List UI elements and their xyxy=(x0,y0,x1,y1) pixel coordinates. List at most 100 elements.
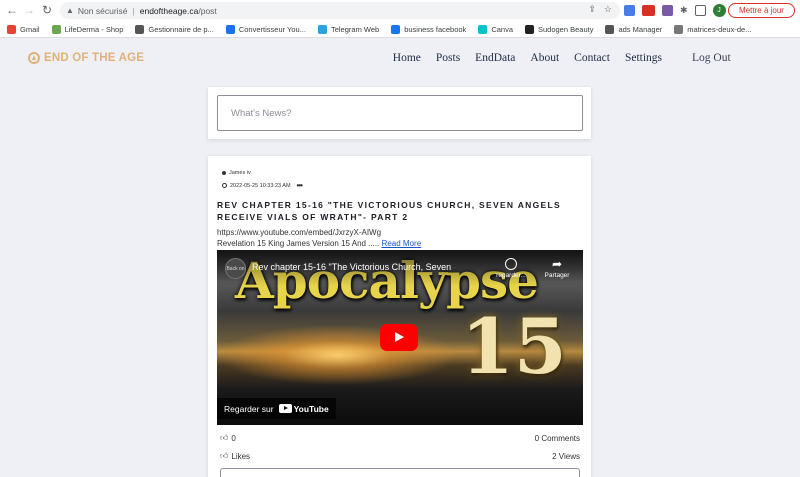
url-domain: endoftheage.ca xyxy=(139,5,199,16)
comment-input[interactable] xyxy=(220,468,580,477)
bookmark-favicon-icon xyxy=(7,24,16,34)
bookmark-label: matrices-deux-de... xyxy=(687,24,752,34)
url-separator: | xyxy=(132,5,135,16)
bookmark-item[interactable]: Sudogen Beauty xyxy=(525,24,594,34)
video-embed[interactable]: Apocalypse 15 Back on Rev chapter 15-16 … xyxy=(217,250,583,425)
post-card: James iv 2022-05-25 10:33:23 AM ••• REV … xyxy=(208,156,591,477)
bookmark-favicon-icon xyxy=(605,24,615,34)
bookmark-item[interactable]: Telegram Web xyxy=(317,24,380,34)
bookmark-label: Gmail xyxy=(20,24,40,34)
security-label: Non sécurisé xyxy=(77,5,128,16)
browser-toolbar: ← → ↻ ▲ Non sécurisé | endoftheage.ca /p… xyxy=(0,0,800,21)
logo-text: END OF THE AGE xyxy=(44,52,145,64)
thumbs-up-icon: 👍︎ xyxy=(220,451,229,460)
post-excerpt: Revelation 15 King James Version 15 And … xyxy=(217,239,421,248)
logo-icon xyxy=(28,52,40,64)
likes-count: 0 xyxy=(231,433,236,443)
views-count: 2 Views xyxy=(552,451,580,461)
clock-icon xyxy=(222,183,227,188)
share-button[interactable]: ➦ Partager xyxy=(539,258,575,279)
youtube-logo: YouTube xyxy=(278,404,329,414)
author-name: James iv xyxy=(229,170,251,176)
update-button[interactable]: Mettre à jour xyxy=(728,3,795,18)
bookmarks-bar: Gmail LifeDerma - Shop Gestionnaire de p..… xyxy=(0,21,800,38)
bookmark-item[interactable]: ads Manager xyxy=(605,24,663,34)
site-header: END OF THE AGE Home Posts EndData About … xyxy=(0,38,800,82)
profile-avatar[interactable]: J xyxy=(712,4,726,17)
bookmark-item[interactable]: Convertisseur You... xyxy=(225,24,306,34)
warning-icon: ▲ xyxy=(66,6,74,15)
nav-posts[interactable]: Posts xyxy=(436,52,460,64)
bookmark-item[interactable]: matrices-deux-de... xyxy=(674,24,752,34)
more-options-icon[interactable]: ••• xyxy=(297,181,303,190)
play-button[interactable] xyxy=(380,324,418,351)
post-actions: 👍︎ Likes 2 Views xyxy=(220,451,580,461)
reload-icon[interactable]: ↻ xyxy=(38,0,56,21)
bookmark-label: ads Manager xyxy=(618,24,663,34)
excerpt-text: Revelation 15 King James Version 15 And … xyxy=(217,239,380,248)
bookmark-favicon-icon xyxy=(51,24,61,34)
bookmark-favicon-icon xyxy=(525,24,534,34)
pen-extension-icon[interactable] xyxy=(662,5,673,16)
share-arrow-icon: ➦ xyxy=(551,257,563,271)
post-author[interactable]: James iv xyxy=(222,170,251,176)
bookmark-label: LifeDerma - Shop xyxy=(64,24,124,34)
video-overlay-number: 15 xyxy=(461,302,567,391)
nav-settings[interactable]: Settings xyxy=(625,52,662,64)
bookmark-item[interactable]: Gmail xyxy=(7,24,40,34)
bookmark-favicon-icon xyxy=(478,24,488,34)
likes-label: Likes xyxy=(231,451,251,461)
nav-enddata[interactable]: EndData xyxy=(475,52,515,64)
main-nav: Home Posts EndData About Contact Setting… xyxy=(393,52,662,64)
like-icon[interactable]: 👍︎ xyxy=(220,433,228,443)
address-bar[interactable]: ▲ Non sécurisé | endoftheage.ca /post ⇪ … xyxy=(60,2,620,19)
new-extension-icon[interactable] xyxy=(642,5,655,16)
user-icon xyxy=(222,171,226,175)
bookmark-favicon-icon xyxy=(317,24,327,34)
bookmark-favicon-icon xyxy=(135,24,145,34)
post-stats: 👍︎ 0 0 Comments xyxy=(220,433,580,443)
bookmark-item[interactable]: Gestionnaire de p... xyxy=(135,24,214,34)
clock-icon xyxy=(505,258,517,270)
post-link: https://www.youtube.com/embed/JxrzyX-AIW… xyxy=(217,228,382,237)
translate-extension-icon[interactable] xyxy=(624,5,635,16)
url-path: /post xyxy=(198,5,217,16)
sidebar-toggle-icon[interactable] xyxy=(694,5,706,16)
read-more-link[interactable]: Read More xyxy=(382,239,422,248)
video-title[interactable]: Rev chapter 15-16 "The Victorious Church… xyxy=(252,262,451,272)
post-meta: 2022-05-25 10:33:23 AM ••• xyxy=(222,181,303,190)
nav-about[interactable]: About xyxy=(530,52,559,64)
nav-logout[interactable]: Log Out xyxy=(692,52,731,64)
comments-count[interactable]: 0 Comments xyxy=(535,434,580,443)
forward-icon[interactable]: → xyxy=(20,0,38,21)
watch-on-label: Regarder sur xyxy=(224,403,274,414)
site-logo[interactable]: END OF THE AGE xyxy=(28,52,144,64)
nav-contact[interactable]: Contact xyxy=(574,52,610,64)
like-button[interactable]: 👍︎ Likes xyxy=(220,451,250,461)
post-title: REV CHAPTER 15-16 "THE VICTORIOUS CHURCH… xyxy=(217,200,561,222)
share-page-icon[interactable]: ⇪ xyxy=(588,4,596,15)
puzzle-extensions-icon[interactable]: ✱ xyxy=(680,5,688,16)
bookmark-favicon-icon xyxy=(391,24,401,34)
post-timestamp: 2022-05-25 10:33:23 AM xyxy=(230,182,291,189)
watch-on-youtube[interactable]: Regarder sur YouTube xyxy=(217,398,336,419)
bookmark-item[interactable]: business facebook xyxy=(391,24,467,34)
bookmark-label: Canva xyxy=(491,24,513,34)
bookmark-item[interactable]: LifeDerma - Shop xyxy=(51,24,124,34)
channel-avatar[interactable]: Back on xyxy=(225,258,246,279)
bookmark-star-icon[interactable]: ☆ xyxy=(604,4,612,15)
composer-card: What's News? xyxy=(208,87,591,139)
news-input[interactable]: What's News? xyxy=(217,95,583,131)
nav-home[interactable]: Home xyxy=(393,52,421,64)
bookmark-label: Telegram Web xyxy=(330,24,380,34)
bookmark-label: Convertisseur You... xyxy=(238,24,306,34)
back-icon[interactable]: ← xyxy=(3,0,21,21)
watch-later-label: regarder... xyxy=(496,272,526,279)
bookmark-item[interactable]: Canva xyxy=(478,24,513,34)
bookmark-favicon-icon xyxy=(225,24,235,34)
bookmark-label: business facebook xyxy=(404,24,467,34)
watch-later-button[interactable]: regarder... xyxy=(493,258,529,279)
youtube-icon xyxy=(278,404,292,413)
bookmark-favicon-icon xyxy=(674,24,684,34)
bookmark-label: Sudogen Beauty xyxy=(538,24,594,34)
